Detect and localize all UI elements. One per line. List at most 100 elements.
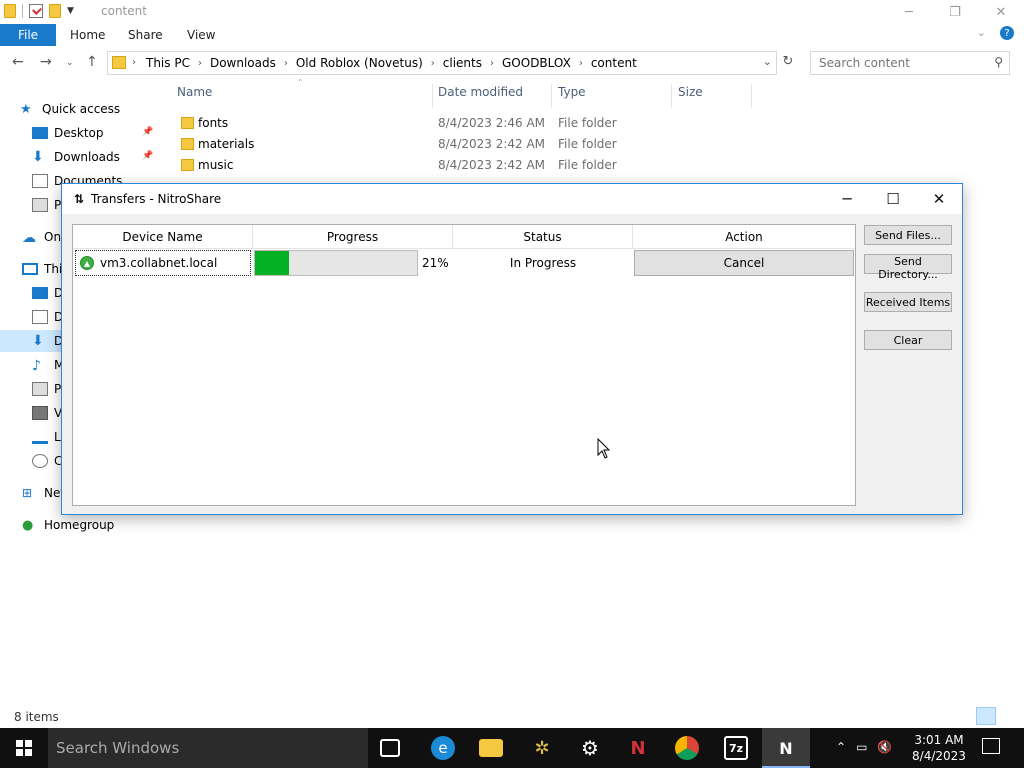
transfer-row-device[interactable]: ▲ vm3.collabnet.local (75, 250, 251, 276)
nav-label: Quick access (42, 102, 121, 116)
tab-share[interactable]: Share (128, 28, 163, 42)
restore-icon[interactable]: ❐ (932, 0, 978, 24)
chevron-right-icon[interactable]: › (132, 57, 136, 68)
novetus-icon[interactable]: N (626, 736, 650, 760)
file-explorer-icon[interactable] (479, 739, 503, 757)
address-bar[interactable]: › This PC › Downloads › Old Roblox (Nove… (107, 51, 777, 75)
7zip-icon[interactable]: 7z (724, 736, 748, 760)
chevron-right-icon[interactable]: › (490, 58, 494, 69)
send-directory-button[interactable]: Send Directory... (864, 254, 952, 281)
breadcrumb-this-pc[interactable]: This PC (146, 56, 190, 70)
download-icon: ⬇ (32, 333, 44, 349)
column-divider[interactable] (551, 84, 552, 108)
column-divider[interactable] (432, 84, 433, 108)
back-arrow-icon[interactable]: ← (12, 54, 24, 70)
search-input[interactable] (819, 53, 989, 73)
chevron-right-icon[interactable]: › (284, 58, 288, 69)
cancel-transfer-button[interactable]: Cancel (634, 250, 854, 276)
search-icon[interactable]: ⚲ (994, 55, 1003, 69)
clock-time: 3:01 AM (914, 733, 964, 747)
nitroshare-transfers-dialog: ⇅ Transfers - NitroShare ─ ☐ ✕ Device Na… (61, 183, 963, 515)
pin-icon: 📌 (142, 127, 154, 137)
computer-icon (22, 263, 38, 275)
chevron-down-icon[interactable]: ⌄ (763, 55, 772, 68)
nav-downloads[interactable]: ⬇ Downloads 📌 (32, 146, 160, 168)
column-header-status[interactable]: Status (453, 225, 633, 249)
toolbar-separator (22, 4, 23, 18)
taskbar-search[interactable]: Search Windows (48, 728, 368, 768)
breadcrumb-content[interactable]: content (591, 56, 637, 70)
details-view-icon[interactable] (976, 707, 996, 725)
breadcrumb-old-roblox[interactable]: Old Roblox (Novetus) (296, 56, 423, 70)
nitroshare-taskbar-button[interactable]: N (762, 728, 810, 768)
chevron-right-icon[interactable]: › (198, 58, 202, 69)
column-header-action[interactable]: Action (633, 225, 855, 249)
settings-gear-icon[interactable]: ⚙ (578, 736, 602, 760)
minimize-icon[interactable]: ─ (824, 184, 870, 214)
send-files-button[interactable]: Send Files... (864, 225, 952, 245)
recent-locations-icon[interactable]: ⌄ (66, 58, 74, 68)
start-button[interactable] (0, 728, 48, 768)
column-divider[interactable] (751, 84, 752, 108)
address-row: ← → ⌄ ↑ › This PC › Downloads › Old Robl… (0, 50, 1024, 76)
chevron-up-icon[interactable]: ⌃ (836, 740, 846, 754)
minimize-icon[interactable]: ─ (886, 0, 932, 24)
taskbar-clock[interactable]: 3:01 AM 8/4/2023 (912, 732, 966, 764)
column-header-date[interactable]: Date modified (438, 85, 523, 105)
network-icon[interactable]: ▭ (856, 740, 867, 754)
device-name: vm3.collabnet.local (100, 256, 218, 270)
disc-icon (32, 454, 48, 468)
close-icon[interactable]: ✕ (978, 0, 1024, 24)
breadcrumb-clients[interactable]: clients (443, 56, 482, 70)
bee-app-icon[interactable]: ✲ (530, 736, 554, 760)
chevron-right-icon[interactable]: › (431, 58, 435, 69)
notification-center-icon[interactable] (982, 738, 1000, 754)
explorer-titlebar: ▼ content ─ ❐ ✕ (0, 0, 1024, 24)
clear-button[interactable]: Clear (864, 330, 952, 350)
music-icon: ♪ (32, 358, 41, 374)
ribbon-tabs: File Home Share View ⌄ ? (0, 24, 1024, 46)
nav-quick-access[interactable]: ★ Quick access (20, 98, 180, 120)
expand-ribbon-icon[interactable]: ⌄ (977, 26, 986, 40)
file-row[interactable]: materials 8/4/2023 2:42 AM File folder (176, 134, 756, 155)
dialog-title: Transfers - NitroShare (91, 192, 222, 206)
help-icon[interactable]: ? (1000, 26, 1014, 40)
item-count: 8 items (14, 710, 59, 724)
task-view-icon[interactable] (380, 739, 400, 757)
folder-icon[interactable] (4, 4, 16, 18)
chevron-right-icon[interactable]: › (579, 58, 583, 69)
column-header-type[interactable]: Type (558, 85, 586, 105)
windows-logo-icon (16, 740, 32, 756)
tab-view[interactable]: View (187, 28, 215, 42)
forward-arrow-icon[interactable]: → (40, 54, 52, 70)
maximize-icon[interactable]: ☐ (870, 184, 916, 214)
quick-access-toolbar: ▼ (4, 4, 74, 18)
chevron-down-icon[interactable]: ▼ (67, 6, 74, 16)
column-header-name[interactable]: Name (177, 85, 212, 105)
breadcrumb-goodblox[interactable]: GOODBLOX (502, 56, 571, 70)
close-icon[interactable]: ✕ (916, 184, 962, 214)
system-tray: ⌃ ▭ 🔇 (836, 740, 892, 754)
up-arrow-icon[interactable]: ↑ (86, 54, 98, 70)
column-header-device-name[interactable]: Device Name (73, 225, 253, 249)
tab-file[interactable]: File (0, 24, 56, 46)
refresh-icon[interactable]: ↻ (780, 54, 796, 70)
nav-homegroup[interactable]: ● Homegroup (22, 514, 160, 536)
breadcrumb-downloads[interactable]: Downloads (210, 56, 276, 70)
file-row[interactable]: music 8/4/2023 2:42 AM File folder (176, 155, 756, 176)
chrome-icon[interactable] (675, 736, 699, 760)
large-icons-view-icon[interactable] (1000, 707, 1020, 725)
column-header-progress[interactable]: Progress (253, 225, 453, 249)
edge-icon[interactable]: e (431, 736, 455, 760)
nav-desktop[interactable]: Desktop 📌 (32, 122, 160, 144)
column-header-size[interactable]: Size (678, 85, 703, 105)
column-divider[interactable] (671, 84, 672, 108)
picture-icon (32, 382, 48, 396)
properties-icon[interactable] (29, 4, 43, 18)
network-icon: ⊞ (22, 486, 33, 500)
file-row[interactable]: fonts 8/4/2023 2:46 AM File folder (176, 113, 756, 134)
volume-muted-icon[interactable]: 🔇 (877, 740, 892, 754)
received-items-button[interactable]: Received Items (864, 292, 952, 312)
tab-home[interactable]: Home (70, 28, 105, 42)
new-folder-icon[interactable] (49, 4, 61, 18)
